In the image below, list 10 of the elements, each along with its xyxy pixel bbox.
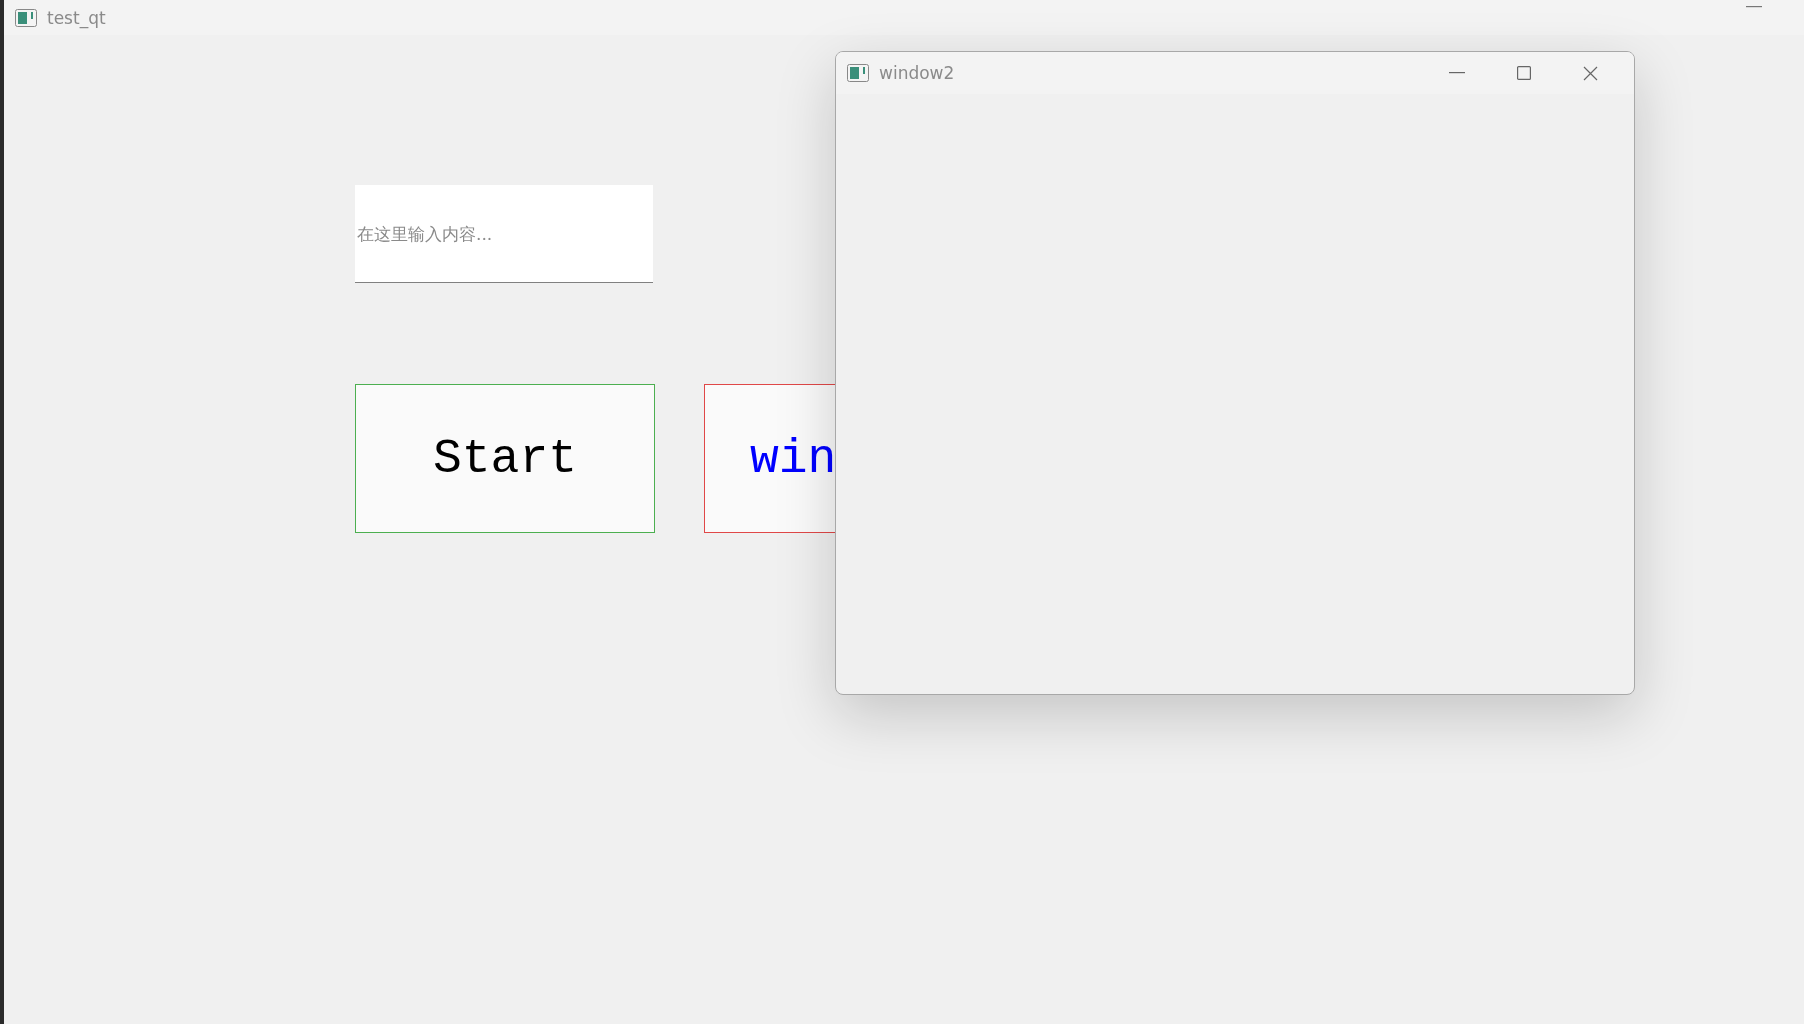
window-title: window2 [879,63,955,83]
maximize-icon[interactable] [1517,66,1531,80]
text-input-field[interactable]: 在这里输入内容... [355,185,653,283]
push-button[interactable]: Start [355,384,655,533]
close-icon[interactable] [1583,65,1598,81]
window-title: test_qt [47,7,106,28]
app-icon [847,64,869,82]
app-icon [15,8,37,27]
minimize-icon[interactable] [1746,5,1762,8]
minimize-icon[interactable] [1449,72,1465,74]
